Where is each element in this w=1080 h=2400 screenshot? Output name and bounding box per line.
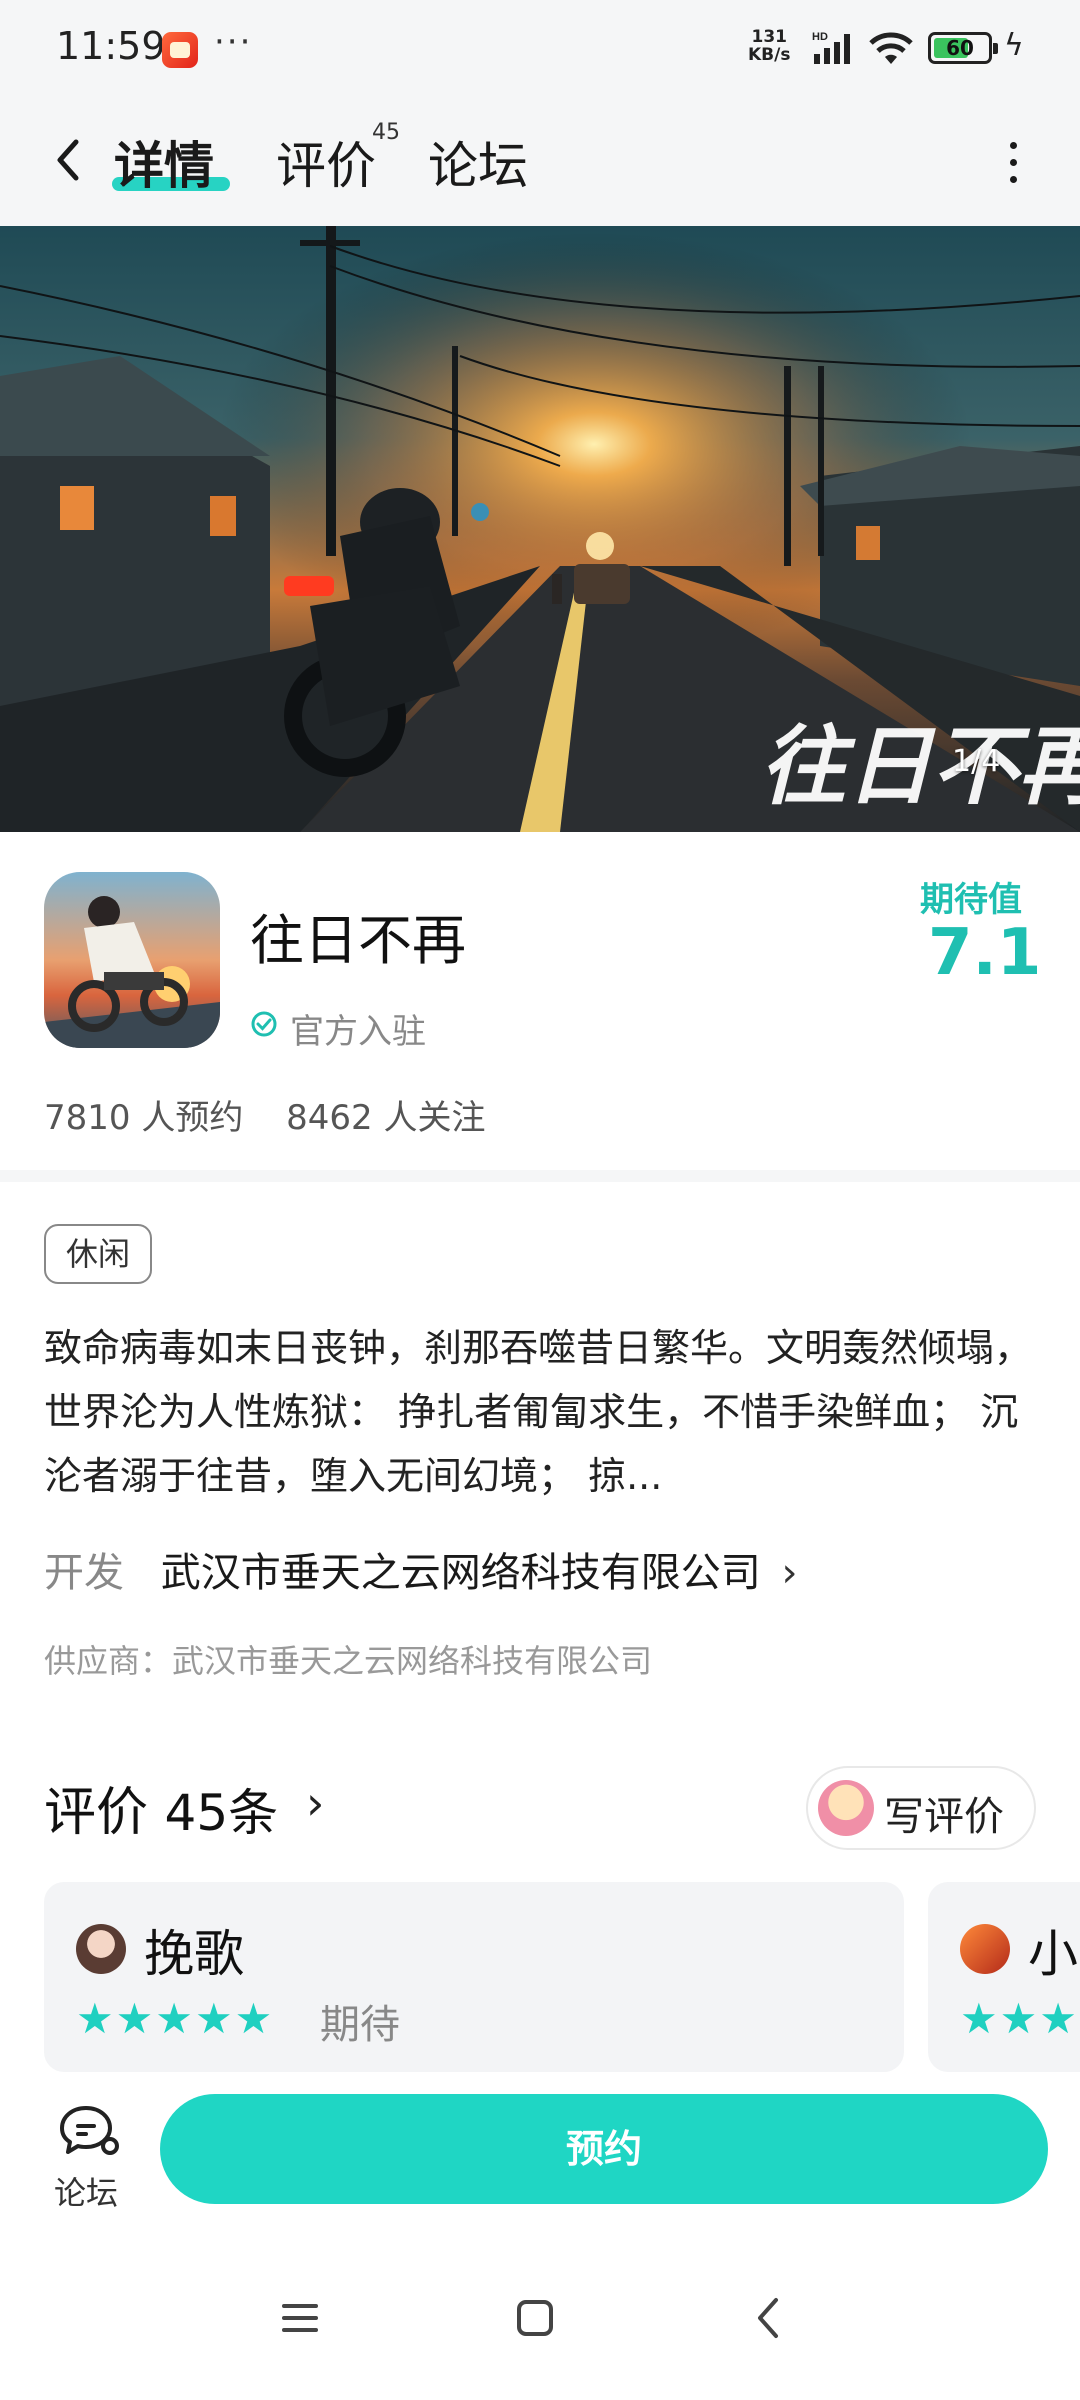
forum-entry[interactable]: 论坛	[40, 2102, 140, 2212]
developer-name: 武汉市垂天之云网络科技有限公司	[160, 1550, 761, 1596]
reviewer-avatar	[960, 1924, 1010, 1974]
reviews-label: 评价	[44, 1783, 149, 1843]
follower-count: 8462 人关注	[286, 1098, 486, 1138]
supplier-text: 供应商：武汉市垂天之云网络科技有限公司	[44, 1642, 653, 1680]
app-title: 往日不再	[250, 909, 466, 972]
wifi-icon	[869, 32, 913, 64]
carousel-counter: 1/4	[952, 744, 1001, 779]
charging-icon: ϟ	[1004, 28, 1024, 63]
reviewer-name: 小	[1028, 1925, 1078, 1983]
game-description[interactable]: 致命病毒如末日丧钟，刹那吞噬昔日繁华。文明轰然倾塌，世界沦为人性炼狱： 挣扎者匍…	[44, 1316, 1040, 1508]
section-divider	[0, 1170, 1080, 1182]
star-rating: ★★★★★	[960, 1994, 1080, 2043]
more-options-icon[interactable]	[996, 136, 1030, 196]
expectation-label: 期待值	[920, 880, 1022, 920]
back-arrow-icon[interactable]	[40, 130, 100, 190]
network-speed-value: 131	[751, 27, 787, 47]
genre-tag[interactable]: 休闲	[44, 1224, 153, 1284]
write-review-label: 写评价	[884, 1794, 1004, 1840]
review-tag: 期待	[320, 2002, 400, 2048]
developer-label: 开发	[44, 1550, 124, 1596]
app-icon	[44, 872, 220, 1048]
reservation-count: 7810 人预约	[44, 1098, 244, 1138]
expectation-score: 7.1	[928, 916, 1042, 990]
verified-check-icon	[251, 1011, 277, 1037]
network-speed-unit: KB/s	[748, 45, 791, 65]
network-type-label: HD	[812, 31, 828, 43]
battery-level: 60	[946, 36, 974, 60]
signal-icon: HD	[812, 31, 850, 64]
top-navigation: 详情 评价 45 论坛	[0, 100, 1080, 226]
status-bar: 11:59 ··· 131 KB/s HD 60 ϟ	[0, 0, 1080, 100]
tab-forum[interactable]: 论坛	[428, 126, 528, 198]
reviewer-avatar	[76, 1924, 126, 1974]
screenshot-carousel[interactable]: 往日不再 1/4	[0, 226, 1080, 832]
tab-details[interactable]: 详情	[114, 126, 214, 198]
reviewer-name: 挽歌	[144, 1925, 244, 1983]
chevron-right-icon: ›	[781, 1550, 798, 1596]
review-card[interactable]: 小 ★★★★★	[928, 1882, 1080, 2072]
tab-reviews[interactable]: 评价	[276, 126, 376, 198]
reviews-section-title[interactable]: 评价 45条	[44, 1770, 278, 1845]
system-navigation-bar	[0, 2248, 1080, 2400]
official-badge-label: 官方入驻	[290, 1012, 426, 1052]
star-rating: ★★★★★	[76, 1994, 275, 2043]
bottom-action-bar: 论坛 预约	[0, 2072, 1080, 2248]
reserve-button[interactable]: 预约	[160, 2094, 1048, 2204]
write-review-button[interactable]: 写评价	[806, 1766, 1036, 1850]
app-stats: 7810 人预约 8462 人关注	[44, 1090, 518, 1139]
user-avatar	[818, 1780, 874, 1836]
home-icon[interactable]	[505, 2288, 565, 2348]
banner-title-art: 往日不再	[760, 717, 1080, 817]
back-icon[interactable]	[740, 2288, 800, 2348]
status-time: 11:59	[56, 24, 166, 68]
network-speed: 131 KB/s	[748, 28, 790, 64]
review-card[interactable]: 挽歌 ★★★★★ 期待	[44, 1882, 904, 2072]
review-count-badge: 45	[372, 120, 400, 145]
forum-label: 论坛	[54, 2174, 119, 2212]
battery-icon: 60	[928, 32, 998, 64]
notification-app-icon	[162, 32, 198, 68]
reviews-count: 45条	[164, 1784, 279, 1842]
menu-icon[interactable]	[270, 2288, 330, 2348]
more-notifications-icon: ···	[214, 22, 253, 62]
game-banner-image: 往日不再	[0, 226, 1080, 832]
chevron-right-icon[interactable]: ›	[306, 1776, 324, 1830]
forum-chat-icon	[60, 2106, 119, 2155]
developer-row[interactable]: 开发 武汉市垂天之云网络科技有限公司 ›	[44, 1540, 797, 1598]
